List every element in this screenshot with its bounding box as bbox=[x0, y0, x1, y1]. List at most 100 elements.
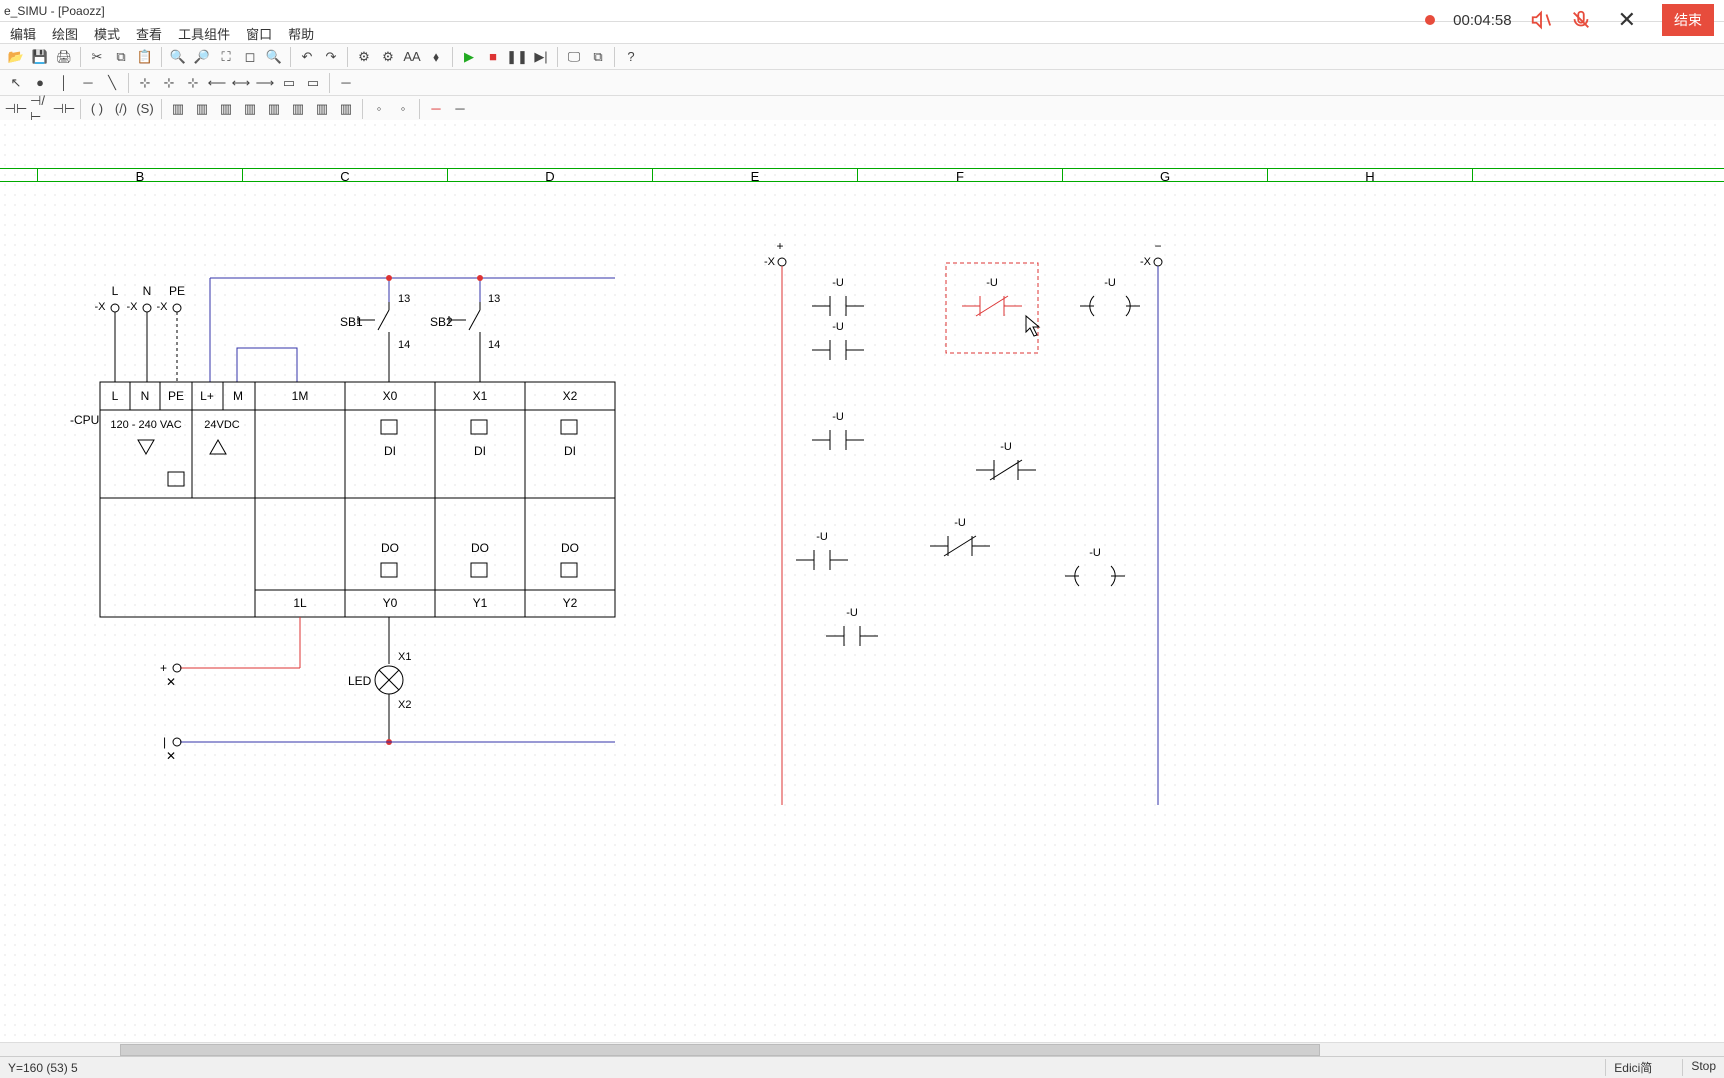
contact-no-4[interactable]: -U bbox=[826, 607, 878, 646]
plc6-button[interactable]: ▥ bbox=[287, 98, 309, 120]
term1-button[interactable]: ◦ bbox=[368, 98, 390, 120]
step-button[interactable]: ▶| bbox=[530, 46, 552, 68]
open-button[interactable]: 📂 bbox=[5, 46, 27, 68]
contact3-button[interactable]: ⊣⊢ bbox=[53, 98, 75, 120]
plc8-button[interactable]: ▥ bbox=[335, 98, 357, 120]
status-mode: Edici简 bbox=[1605, 1059, 1652, 1076]
tool-d-button[interactable]: ⬧ bbox=[425, 46, 447, 68]
svg-text:14: 14 bbox=[488, 339, 500, 351]
svg-text:L+: L+ bbox=[200, 389, 214, 403]
plc7-button[interactable]: ▥ bbox=[311, 98, 333, 120]
line-v-button[interactable]: │ bbox=[53, 72, 75, 94]
menu-window[interactable]: 窗口 bbox=[240, 22, 278, 43]
svg-text:|: | bbox=[163, 735, 166, 749]
monitor-button[interactable]: 🖵 bbox=[563, 46, 585, 68]
contact-no-2[interactable]: -U bbox=[812, 411, 864, 450]
wire-red-button[interactable]: ─ bbox=[425, 98, 447, 120]
line-diag-button[interactable]: ╲ bbox=[101, 72, 123, 94]
snap3-button[interactable]: ⊹ bbox=[182, 72, 204, 94]
wire-button[interactable]: ─ bbox=[335, 72, 357, 94]
redo-button[interactable]: ↷ bbox=[320, 46, 342, 68]
plc2-button[interactable]: ▥ bbox=[191, 98, 213, 120]
print-button[interactable]: 🖨 bbox=[53, 46, 75, 68]
term2-button[interactable]: ◦ bbox=[392, 98, 414, 120]
snap2-button[interactable]: ⊹ bbox=[158, 72, 180, 94]
pause-button[interactable]: ❚❚ bbox=[506, 46, 528, 68]
stop-button[interactable]: ■ bbox=[482, 46, 504, 68]
coil-1[interactable]: -U bbox=[1080, 277, 1140, 316]
svg-text:M: M bbox=[233, 389, 243, 403]
pointer-button[interactable]: ↖ bbox=[5, 72, 27, 94]
zoom-fit-button[interactable]: ⛶ bbox=[215, 46, 237, 68]
line-h-button[interactable]: ─ bbox=[77, 72, 99, 94]
plc1-button[interactable]: ▥ bbox=[167, 98, 189, 120]
svg-text:X1: X1 bbox=[473, 389, 488, 403]
zoom-window-button[interactable]: ◻ bbox=[239, 46, 261, 68]
sb1-switch[interactable]: SB1 13 14 bbox=[340, 293, 410, 382]
menu-mode[interactable]: 模式 bbox=[88, 22, 126, 43]
screens-button[interactable]: ⧉ bbox=[587, 46, 609, 68]
tool-a-button[interactable]: ⚙ bbox=[353, 46, 375, 68]
plc4-button[interactable]: ▥ bbox=[239, 98, 261, 120]
save-button[interactable]: 💾 bbox=[29, 46, 51, 68]
contact-nc-selected[interactable]: -U bbox=[962, 277, 1022, 316]
record-dot-icon bbox=[1425, 15, 1435, 25]
tool-b-button[interactable]: ⚙ bbox=[377, 46, 399, 68]
paste-button[interactable]: 📋 bbox=[134, 46, 156, 68]
svg-text:-U: -U bbox=[1000, 441, 1012, 453]
plc3-button[interactable]: ▥ bbox=[215, 98, 237, 120]
play-button[interactable]: ▶ bbox=[458, 46, 480, 68]
menu-view[interactable]: 查看 bbox=[130, 22, 168, 43]
snap1-button[interactable]: ⊹ bbox=[134, 72, 156, 94]
copy-button[interactable]: ⧉ bbox=[110, 46, 132, 68]
tool-c-button[interactable]: AA bbox=[401, 46, 423, 68]
box1-button[interactable]: ▭ bbox=[278, 72, 300, 94]
coil1-button[interactable]: ( ) bbox=[86, 98, 108, 120]
h-scroll-thumb[interactable] bbox=[120, 1044, 1320, 1056]
mute-audio-icon[interactable] bbox=[1530, 9, 1552, 31]
zoom-out-button[interactable]: 🔎 bbox=[191, 46, 213, 68]
snap5-button[interactable]: ⟷ bbox=[230, 72, 252, 94]
wire-blk-button[interactable]: ─ bbox=[449, 98, 471, 120]
led-branch[interactable]: X1 LED X2 bbox=[348, 617, 411, 745]
canvas-viewport[interactable]: B C D E F G H L N PE -X -X -X bbox=[0, 120, 1724, 1048]
box2-button[interactable]: ▭ bbox=[302, 72, 324, 94]
snap4-button[interactable]: ⟵ bbox=[206, 72, 228, 94]
help-button[interactable]: ? bbox=[620, 46, 642, 68]
contact-nc-3[interactable]: -U bbox=[930, 517, 990, 556]
snap6-button[interactable]: ⟶ bbox=[254, 72, 276, 94]
plc5-button[interactable]: ▥ bbox=[263, 98, 285, 120]
menu-draw[interactable]: 绘图 bbox=[46, 22, 84, 43]
coil2-button[interactable]: (/) bbox=[110, 98, 132, 120]
undo-button[interactable]: ↶ bbox=[296, 46, 318, 68]
svg-text:120 - 240 VAC: 120 - 240 VAC bbox=[110, 419, 181, 431]
contact-no-3[interactable]: -U bbox=[796, 531, 848, 570]
contact-no-button[interactable]: ⊣⊢ bbox=[5, 98, 27, 120]
svg-text:+: + bbox=[160, 661, 167, 675]
svg-text:N: N bbox=[141, 389, 150, 403]
contact-nc-button[interactable]: ⊣/⊢ bbox=[29, 98, 51, 120]
h-scrollbar[interactable] bbox=[0, 1042, 1724, 1056]
sb2-switch[interactable]: SB2 13 14 bbox=[430, 293, 500, 382]
end-recording-button[interactable]: 结束 bbox=[1662, 4, 1714, 36]
contact-no-1[interactable]: -U bbox=[812, 277, 864, 316]
cut-button[interactable]: ✂ bbox=[86, 46, 108, 68]
svg-text:−: − bbox=[1154, 239, 1161, 253]
menu-help[interactable]: 帮助 bbox=[282, 22, 320, 43]
schematic-canvas[interactable]: B C D E F G H L N PE -X -X -X bbox=[0, 120, 1724, 1040]
zoom-in-button[interactable]: 🔍 bbox=[167, 46, 189, 68]
node-button[interactable]: ● bbox=[29, 72, 51, 94]
coil3-button[interactable]: (S) bbox=[134, 98, 156, 120]
close-button[interactable]: ✕ bbox=[1610, 7, 1644, 33]
menu-tools[interactable]: 工具组件 bbox=[172, 22, 236, 43]
plc-block[interactable]: -CPU L N PE L+ M 1M X0 X1 bbox=[70, 382, 615, 617]
toolbar-main: 📂 💾 🖨 ✂ ⧉ 📋 🔍 🔎 ⛶ ◻ 🔍 ↶ ↷ ⚙ ⚙ AA ⬧ ▶ ■ ❚… bbox=[0, 44, 1724, 70]
find-button[interactable]: 🔍 bbox=[263, 46, 285, 68]
mute-mic-icon[interactable] bbox=[1570, 9, 1592, 31]
svg-text:14: 14 bbox=[398, 339, 410, 351]
menu-edit[interactable]: 编辑 bbox=[4, 22, 42, 43]
coil-2[interactable]: -U bbox=[1065, 547, 1125, 586]
contact-nc-2[interactable]: -U bbox=[976, 441, 1036, 480]
svg-text:SB2: SB2 bbox=[430, 315, 453, 329]
contact-no-1b[interactable]: -U bbox=[812, 321, 864, 360]
